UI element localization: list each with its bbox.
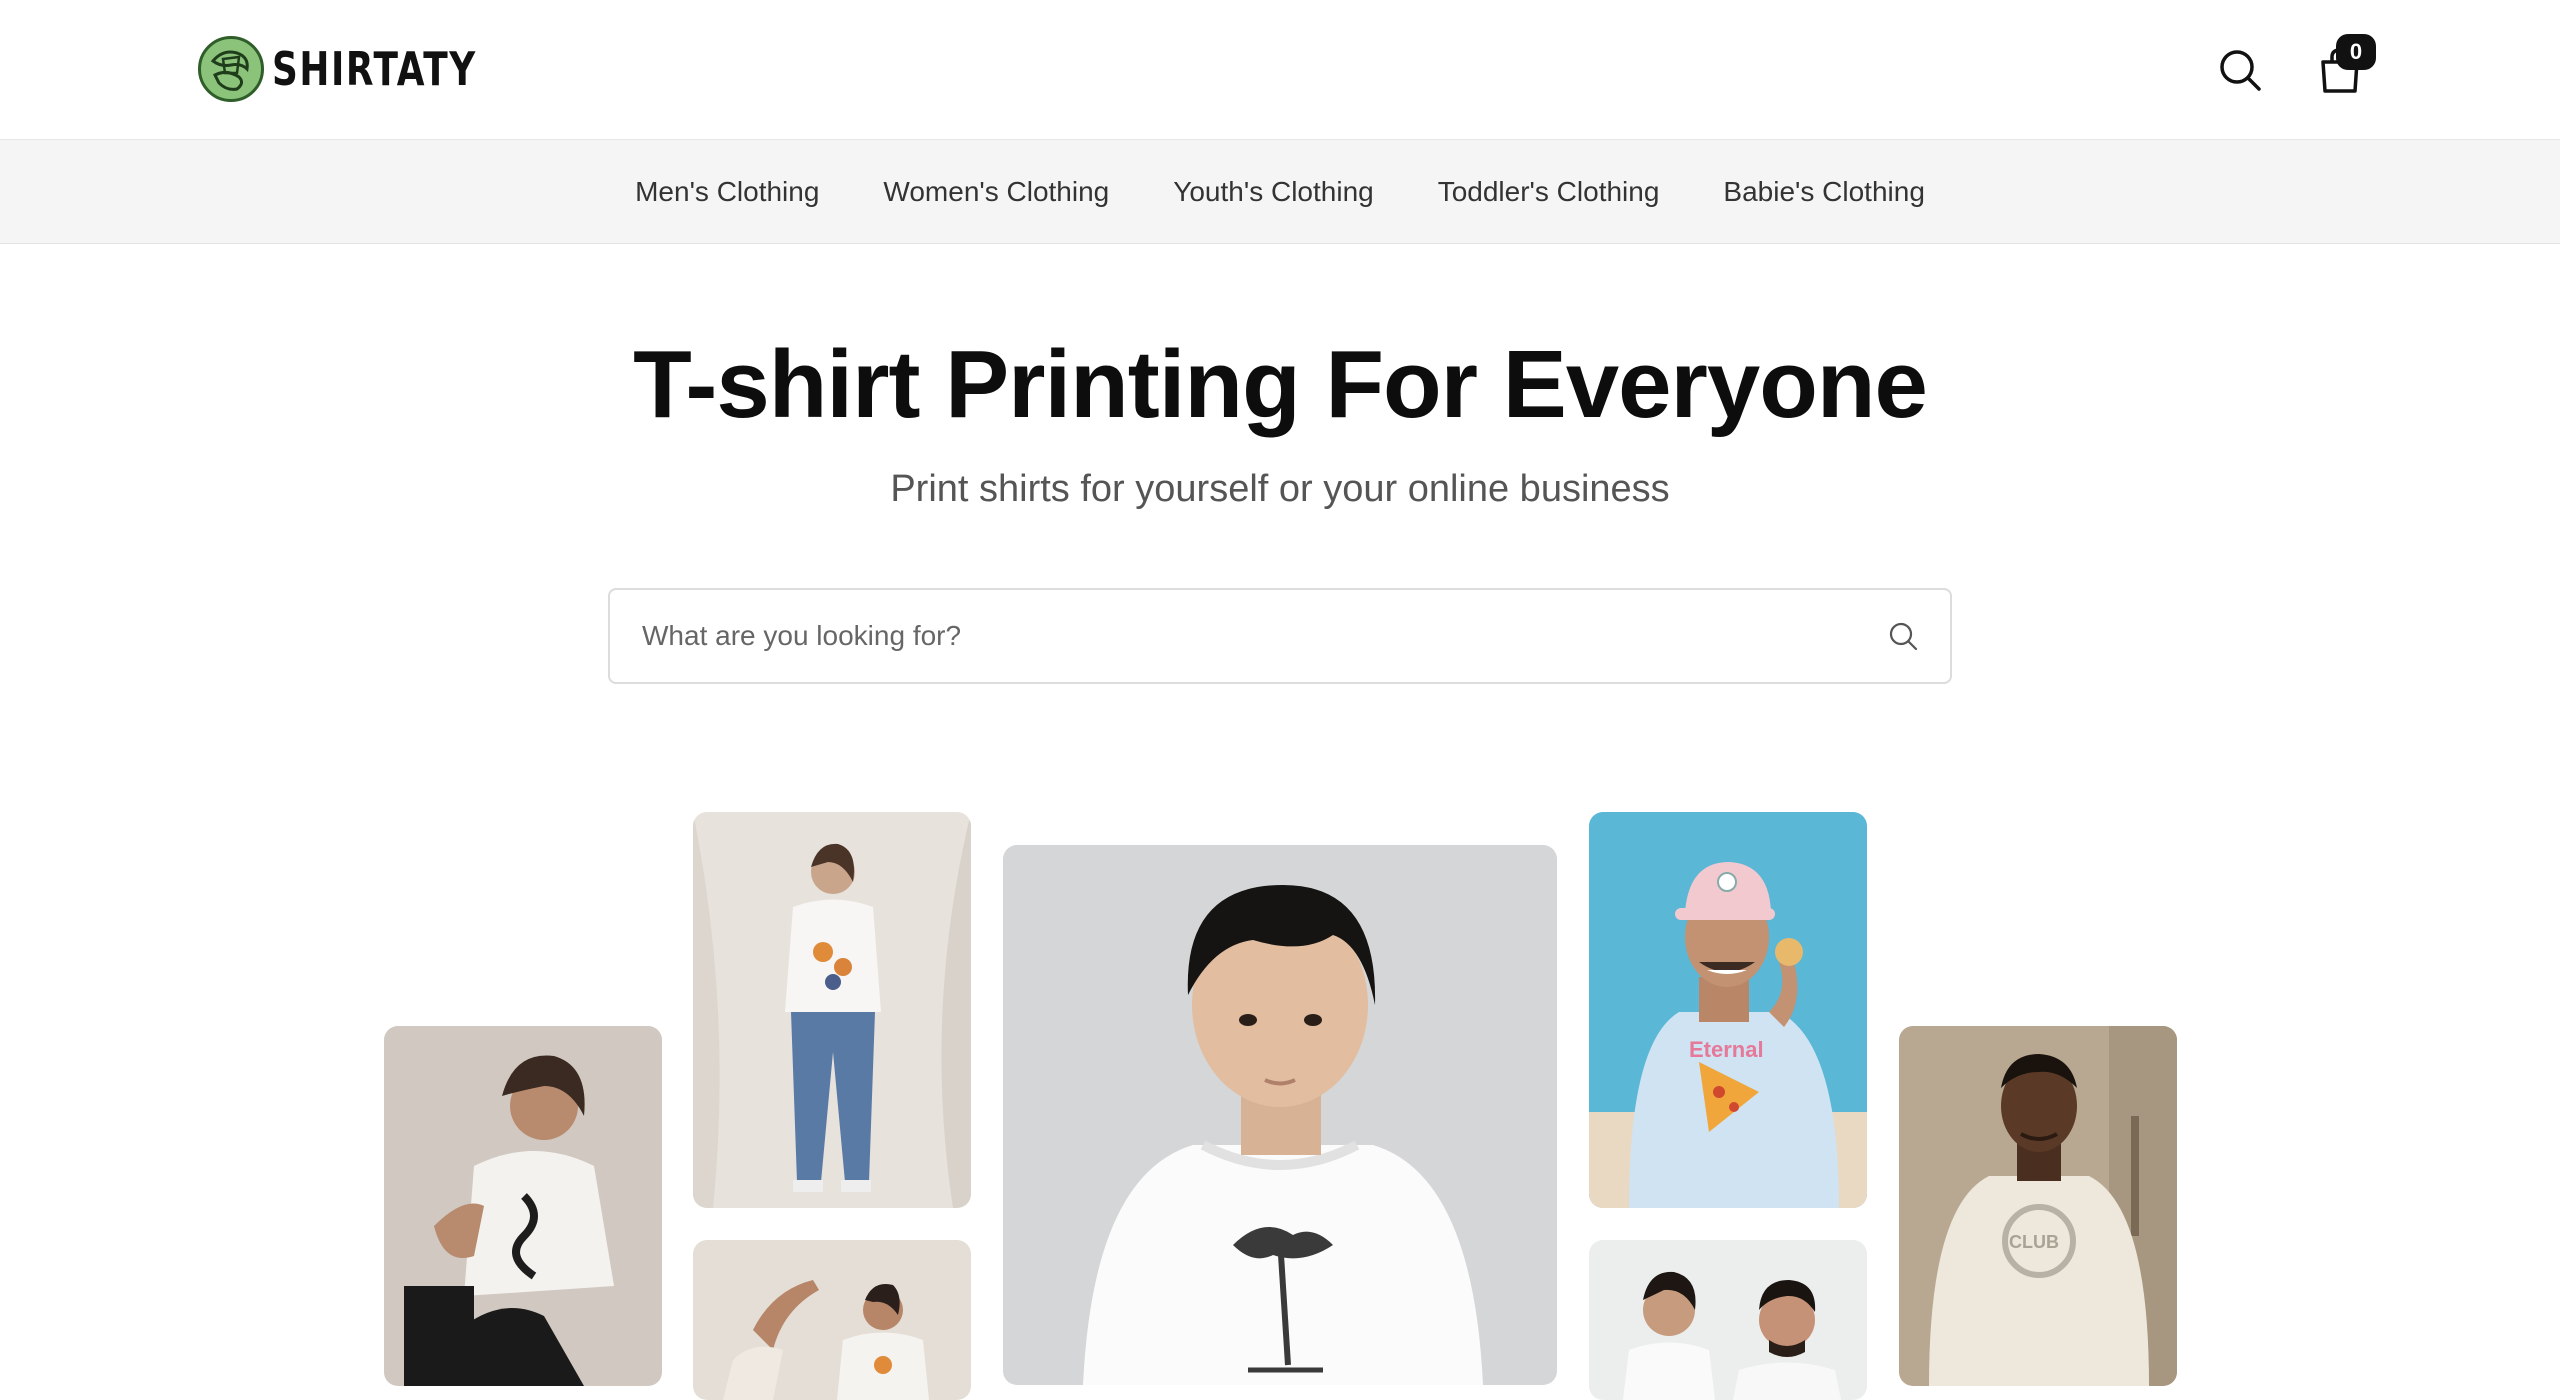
brand-logo[interactable]: SHIRTATY (198, 36, 535, 102)
svg-text:CLUB: CLUB (2009, 1232, 2059, 1252)
gallery-image-young-man[interactable] (1003, 845, 1557, 1385)
svg-text:Eternal: Eternal (1689, 1037, 1764, 1062)
hero-search-box (608, 588, 1952, 684)
header-actions: 0 (2210, 34, 2376, 106)
hero-search-input[interactable] (642, 620, 1888, 652)
category-nav: Men's Clothing Women's Clothing Youth's … (0, 140, 2560, 244)
cart-button[interactable]: 0 (2310, 34, 2376, 106)
nav-item-toddlers-clothing[interactable]: Toddler's Clothing (1438, 176, 1660, 208)
gallery-image-man-sweatshirt[interactable]: CLUB (1899, 1026, 2177, 1386)
hero-subtitle: Print shirts for yourself or your online… (890, 468, 1670, 510)
gallery-image-woman-seated[interactable] (384, 1026, 662, 1386)
brand-name: SHIRTATY (272, 42, 477, 96)
hero-title: T-shirt Printing For Everyone (633, 331, 1928, 438)
nav-item-babies-clothing[interactable]: Babie's Clothing (1723, 176, 1924, 208)
search-button[interactable] (2210, 34, 2270, 106)
gallery-image-couple[interactable] (1589, 1240, 1867, 1400)
search-icon (2220, 50, 2261, 91)
cart-count-badge: 0 (2336, 34, 2376, 70)
nav-item-womens-clothing[interactable]: Women's Clothing (883, 176, 1109, 208)
site-header: SHIRTATY 0 (0, 0, 2560, 140)
gallery-image-man-pizza-tee[interactable]: Eternal (1589, 812, 1867, 1208)
gallery-image-woman-dancing[interactable] (693, 1240, 971, 1400)
nav-item-mens-clothing[interactable]: Men's Clothing (635, 176, 819, 208)
gallery-image-woman-standing[interactable] (693, 812, 971, 1208)
search-icon[interactable] (1888, 621, 1918, 651)
globe-shirt-logo-icon (198, 36, 264, 102)
nav-item-youths-clothing[interactable]: Youth's Clothing (1173, 176, 1373, 208)
